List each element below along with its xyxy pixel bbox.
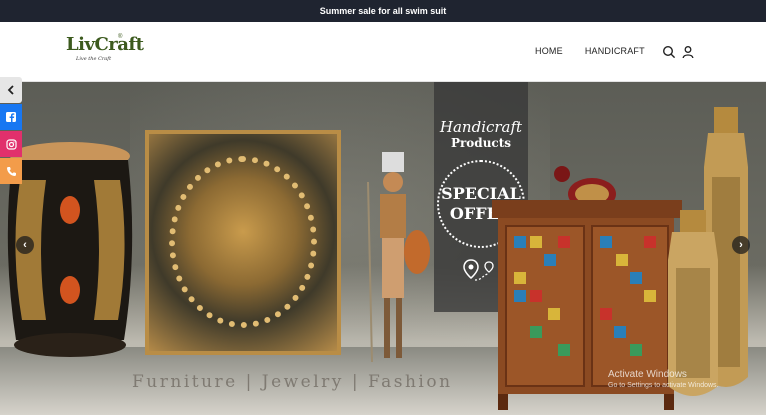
social-toggle-button[interactable] — [0, 77, 22, 103]
activate-windows-watermark: Activate Windows Go to Settings to activ… — [608, 369, 719, 389]
nav-item-handicraft[interactable]: HANDICRAFT — [585, 46, 645, 56]
promo-script-text: Handicraft — [439, 118, 523, 136]
chevron-right-icon: › — [739, 239, 743, 251]
carved-wood-panel-image — [145, 130, 341, 355]
carousel-prev-button[interactable]: ‹ — [16, 236, 34, 254]
search-icon[interactable] — [662, 45, 676, 59]
panel-carving — [169, 156, 317, 328]
instagram-link[interactable] — [0, 131, 22, 157]
phone-icon — [6, 166, 16, 176]
facebook-link[interactable] — [0, 104, 22, 130]
nav-item-home[interactable]: HOME — [535, 46, 563, 56]
promo-title: Products — [450, 136, 512, 150]
user-icon[interactable] — [681, 45, 695, 59]
watermark-subtitle: Go to Settings to activate Windows. — [608, 382, 719, 389]
warrior-figurine-image — [367, 152, 430, 363]
announcement-text: Summer sale for all swim suit — [319, 6, 447, 16]
site-header: LivCraft ® Live the Craft HOME HANDICRAF… — [0, 22, 766, 82]
announcement-bar: Summer sale for all swim suit — [0, 0, 766, 22]
decorative-stool-image — [7, 142, 133, 357]
watermark-title: Activate Windows — [608, 369, 687, 380]
phone-link[interactable] — [0, 158, 22, 184]
facebook-icon — [6, 112, 16, 122]
instagram-icon — [5, 138, 17, 150]
hero-tagline: Furniture | Jewelry | Fashion — [132, 372, 453, 392]
brand-logo[interactable]: LivCraft ® Live the Craft — [66, 34, 144, 70]
hero-banner[interactable]: Handicraft Products SPECIAL OFFER Furnit… — [0, 82, 766, 415]
chevron-left-icon — [7, 85, 14, 95]
carousel-next-button[interactable]: › — [732, 236, 750, 254]
logo-tagline: Live the Craft — [76, 56, 112, 62]
main-nav: HOME HANDICRAFT — [535, 46, 645, 56]
logo-registered-mark: ® — [118, 34, 123, 40]
logo-text: LivCraft — [66, 34, 144, 55]
chevron-left-icon: ‹ — [23, 239, 27, 251]
